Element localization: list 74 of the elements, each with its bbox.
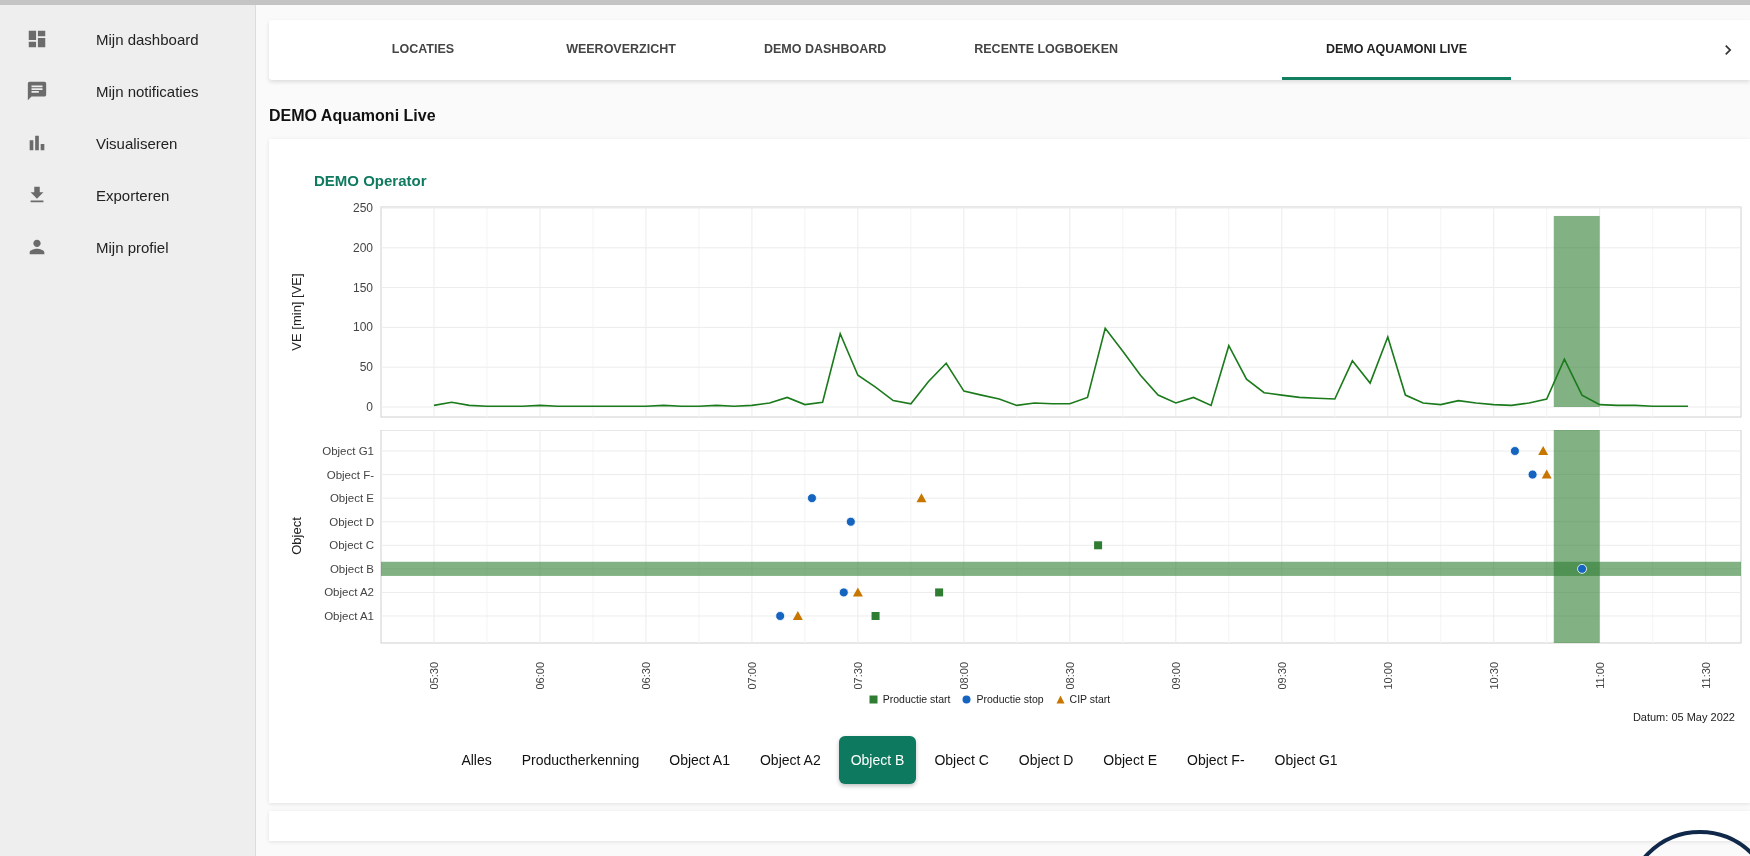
- axis-tick-label: 200: [352, 240, 373, 255]
- sidebar-item[interactable]: Visualiseren: [96, 134, 178, 152]
- dashboard-icon[interactable]: [26, 28, 48, 50]
- legend-label: Productie stop: [976, 693, 1044, 705]
- axis-tick-label: 10:30: [1487, 662, 1500, 690]
- tab[interactable]: DEMO AQUAMONI LIVE: [1282, 20, 1512, 80]
- axis-tick-label: 08:00: [957, 662, 970, 690]
- axis-tick-label: Object C: [329, 539, 374, 552]
- axis-tick-label: 0: [366, 400, 373, 414]
- axis-tick-label: 250: [352, 201, 373, 215]
- axis-tick-label: 06:30: [639, 662, 652, 690]
- triangle-marker: [792, 611, 803, 620]
- filter-button[interactable]: Object A2: [747, 736, 833, 784]
- axis-tick-label: 09:30: [1275, 662, 1288, 690]
- filter-button[interactable]: Object B: [838, 736, 917, 784]
- axis-tick-label: Object F-: [326, 468, 374, 481]
- tab[interactable]: LOCATIES: [324, 20, 522, 80]
- axis-tick-label: Object A1: [324, 610, 374, 622]
- sidebar-item[interactable]: Mijn profiel: [96, 238, 169, 256]
- axis-tick-label: Object A2: [324, 586, 374, 599]
- page-title: DEMO Aquamoni Live: [269, 106, 437, 126]
- tab[interactable]: DEMO DASHBOARD: [720, 20, 931, 80]
- filter-button[interactable]: Object G1: [1262, 736, 1350, 784]
- circle-marker: [1510, 446, 1520, 456]
- sidebar-item[interactable]: Exporteren: [96, 186, 170, 204]
- circle-marker: [838, 587, 849, 598]
- sidebar-item[interactable]: Mijn dashboard: [96, 30, 199, 48]
- triangle-legend-icon: [1055, 694, 1065, 704]
- axis-title: Object: [289, 517, 304, 555]
- axis-tick-label: 06:00: [533, 662, 546, 690]
- axis-tick-label: Object E: [329, 492, 374, 505]
- square-marker: [1094, 541, 1103, 550]
- axis-tick-label: 100: [352, 320, 373, 335]
- axis-tick-label: 11:30: [1699, 662, 1712, 689]
- filter-button[interactable]: Object F-: [1175, 736, 1257, 784]
- axis-tick-label: 07:30: [851, 662, 864, 690]
- filter-button[interactable]: Object D: [1006, 736, 1086, 784]
- axis-tick-label: Object B: [329, 562, 374, 575]
- filter-button[interactable]: Productherkenning: [509, 736, 652, 784]
- circle-marker: [1527, 469, 1538, 480]
- axis-tick-label: Object D: [329, 515, 374, 528]
- legend-label: CIP start: [1069, 693, 1111, 705]
- axis-tick-label: 11:00: [1593, 662, 1606, 689]
- axis-title: VE [min] [VE]: [289, 273, 304, 351]
- triangle-marker: [852, 587, 863, 597]
- axis-tick-label: 50: [359, 360, 373, 375]
- axis-tick-label: 10:00: [1381, 662, 1394, 690]
- circle-marker: [775, 611, 786, 621]
- tab[interactable]: RECENTE LOGBOEKEN: [930, 20, 1162, 80]
- filter-button[interactable]: Object C: [922, 736, 1001, 784]
- axis-tick-label: 09:00: [1169, 662, 1182, 690]
- filter-button[interactable]: Object E: [1091, 736, 1169, 784]
- filter-button[interactable]: Alles: [449, 736, 504, 784]
- square-legend-icon: [868, 694, 878, 704]
- tab[interactable]: WEEROVERZICHT: [522, 20, 720, 80]
- legend-label: Productie start: [882, 693, 951, 705]
- axis-tick-label: 07:00: [745, 662, 758, 690]
- axis-tick-label: 150: [352, 280, 373, 295]
- axis-tick-label: 05:30: [428, 662, 440, 690]
- circle-marker: [1577, 563, 1587, 574]
- axis-tick-label: Object G1: [322, 445, 374, 457]
- triangle-marker: [916, 493, 927, 503]
- triangle-marker: [1541, 469, 1552, 479]
- card-title: DEMO Operator: [314, 171, 428, 191]
- date-label: Datum: 05 May 2022: [1632, 710, 1735, 724]
- message-icon[interactable]: [26, 80, 48, 102]
- filter-button[interactable]: Object A1: [657, 736, 742, 784]
- circle-marker: [845, 516, 856, 527]
- axis-tick-label: 08:30: [1063, 662, 1076, 690]
- sidebar-item[interactable]: Mijn notificaties: [96, 82, 199, 100]
- square-marker: [871, 612, 880, 620]
- square-marker: [935, 588, 944, 597]
- circle-legend-icon: [962, 694, 972, 704]
- triangle-marker: [1538, 446, 1549, 455]
